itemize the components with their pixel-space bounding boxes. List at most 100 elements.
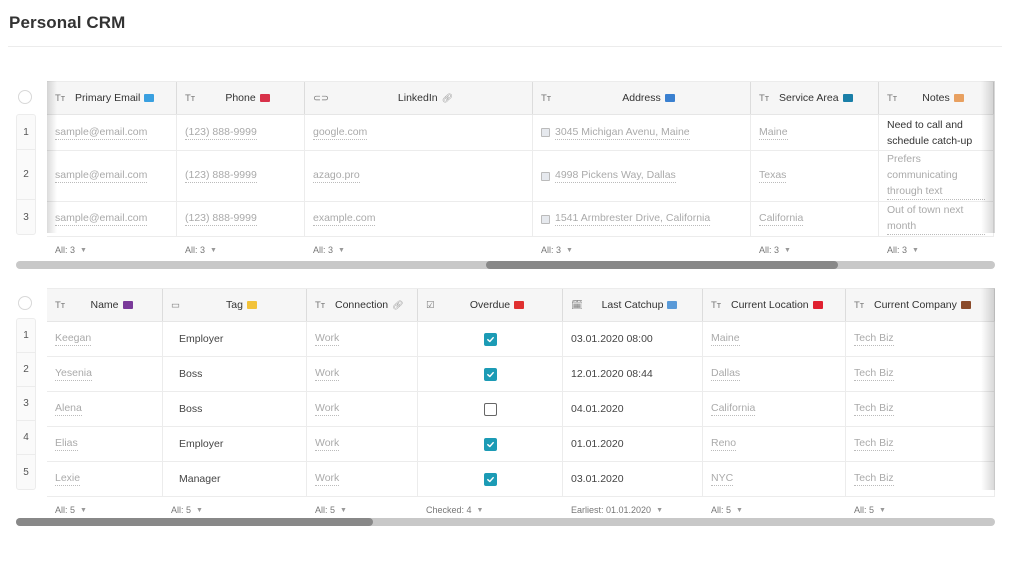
company-cell-value[interactable]: Tech Biz <box>854 437 894 451</box>
column-header-address[interactable]: Tт Address <box>533 82 751 114</box>
row-number[interactable]: 5 <box>17 455 35 489</box>
last-catchup-cell[interactable]: 03.01.2020 <box>563 462 703 496</box>
service-area-cell[interactable]: Maine <box>751 115 879 150</box>
service-area-cell-value[interactable]: Texas <box>759 169 787 183</box>
tag-cell[interactable]: Boss <box>163 392 307 426</box>
tag-cell[interactable]: Employer <box>163 322 307 356</box>
name-cell[interactable]: Yesenia <box>47 357 163 391</box>
linkedin-cell[interactable]: azago.pro <box>305 151 533 201</box>
select-all-radio[interactable] <box>18 90 32 104</box>
summary-dropdown[interactable]: All: 3 ▼ <box>879 237 994 263</box>
connection-cell-value[interactable]: Work <box>315 402 340 416</box>
horizontal-scrollbar[interactable] <box>16 261 995 269</box>
column-header-last-catchup[interactable]: 🗓︎ Last Catchup <box>563 289 703 321</box>
connection-cell[interactable]: Work <box>307 392 418 426</box>
column-header-phone[interactable]: Tт Phone <box>177 82 305 114</box>
select-all-radio[interactable] <box>18 296 32 310</box>
connection-cell[interactable]: Work <box>307 427 418 461</box>
location-cell[interactable]: Reno <box>703 427 846 461</box>
notes-cell[interactable]: Prefers communicating through text <box>879 151 994 201</box>
email-cell-value[interactable]: sample@email.com <box>55 212 148 226</box>
column-header-current-location[interactable]: Tт Current Location <box>703 289 846 321</box>
connection-cell[interactable]: Work <box>307 322 418 356</box>
company-cell-value[interactable]: Tech Biz <box>854 332 894 346</box>
connection-cell-value[interactable]: Work <box>315 332 340 346</box>
name-cell[interactable]: Alena <box>47 392 163 426</box>
linkedin-cell[interactable]: google.com <box>305 115 533 150</box>
column-header-connection[interactable]: Tт Connection 🔗︎ <box>307 289 418 321</box>
name-cell-value[interactable]: Alena <box>55 402 82 416</box>
name-cell[interactable]: Keegan <box>47 322 163 356</box>
location-cell[interactable]: Maine <box>703 322 846 356</box>
checkbox-checked[interactable] <box>483 472 497 486</box>
company-cell-value[interactable]: Tech Biz <box>854 367 894 381</box>
row-number[interactable]: 2 <box>17 150 35 200</box>
company-cell[interactable]: Tech Biz <box>846 357 995 391</box>
email-cell[interactable]: sample@email.com <box>47 151 177 201</box>
last-catchup-cell[interactable]: 01.01.2020 <box>563 427 703 461</box>
address-cell-value[interactable]: 3045 Michigan Avenu, Maine <box>555 126 690 140</box>
checkbox-checked[interactable] <box>483 332 497 346</box>
email-cell[interactable]: sample@email.com <box>47 202 177 236</box>
phone-cell-value[interactable]: (123) 888-9999 <box>185 126 257 140</box>
company-cell[interactable]: Tech Biz <box>846 462 995 496</box>
tag-cell[interactable]: Manager <box>163 462 307 496</box>
company-cell[interactable]: Tech Biz <box>846 392 995 426</box>
row-number[interactable]: 2 <box>17 353 35 387</box>
column-header-service-area[interactable]: Tт Service Area <box>751 82 879 114</box>
column-header-current-company[interactable]: Tт Current Company <box>846 289 995 321</box>
column-header-primary-email[interactable]: Tт Primary Email <box>47 82 177 114</box>
service-area-cell-value[interactable]: Maine <box>759 126 788 140</box>
phone-cell[interactable]: (123) 888-9999 <box>177 202 305 236</box>
location-cell-value[interactable]: Dallas <box>711 367 741 381</box>
service-area-cell-value[interactable]: California <box>759 212 804 226</box>
email-cell-value[interactable]: sample@email.com <box>55 126 148 140</box>
location-cell[interactable]: Dallas <box>703 357 846 391</box>
linkedin-cell-value[interactable]: azago.pro <box>313 169 360 183</box>
company-cell-value[interactable]: Tech Biz <box>854 472 894 486</box>
service-area-cell[interactable]: Texas <box>751 151 879 201</box>
tag-cell[interactable]: Employer <box>163 427 307 461</box>
scrollbar-thumb[interactable] <box>16 518 374 526</box>
checkbox-checked[interactable] <box>483 367 497 381</box>
address-cell[interactable]: 4998 Pickens Way, Dallas <box>533 151 751 201</box>
company-cell[interactable]: Tech Biz <box>846 427 995 461</box>
notes-cell[interactable]: Out of town next month <box>879 202 994 236</box>
summary-dropdown[interactable]: All: 3 ▼ <box>751 237 879 263</box>
row-number[interactable]: 1 <box>17 115 35 150</box>
address-cell[interactable]: 3045 Michigan Avenu, Maine <box>533 115 751 150</box>
name-cell[interactable]: Elias <box>47 427 163 461</box>
last-catchup-cell[interactable]: 03.01.2020 08:00 <box>563 322 703 356</box>
connection-cell-value[interactable]: Work <box>315 367 340 381</box>
phone-cell-value[interactable]: (123) 888-9999 <box>185 169 257 183</box>
checkbox-checked[interactable] <box>483 437 497 451</box>
address-cell-value[interactable]: 1541 Armbrester Drive, California <box>555 212 711 226</box>
row-number[interactable]: 3 <box>17 200 35 234</box>
linkedin-cell-value[interactable]: google.com <box>313 126 368 140</box>
email-cell-value[interactable]: sample@email.com <box>55 169 148 183</box>
checkbox-unchecked[interactable] <box>483 402 497 416</box>
location-cell-value[interactable]: California <box>711 402 756 416</box>
address-cell-value[interactable]: 4998 Pickens Way, Dallas <box>555 169 676 183</box>
service-area-cell[interactable]: California <box>751 202 879 236</box>
location-cell-value[interactable]: Maine <box>711 332 740 346</box>
name-cell-value[interactable]: Yesenia <box>55 367 92 381</box>
location-cell-value[interactable]: NYC <box>711 472 734 486</box>
connection-cell[interactable]: Work <box>307 357 418 391</box>
summary-dropdown[interactable]: All: 3 ▼ <box>533 237 751 263</box>
notes-value[interactable]: Prefers communicating through text <box>887 151 985 200</box>
summary-dropdown[interactable]: All: 3 ▼ <box>305 237 533 263</box>
phone-cell[interactable]: (123) 888-9999 <box>177 151 305 201</box>
column-header-tag[interactable]: ▭ Tag <box>163 289 307 321</box>
address-cell[interactable]: 1541 Armbrester Drive, California <box>533 202 751 236</box>
last-catchup-cell[interactable]: 12.01.2020 08:44 <box>563 357 703 391</box>
connection-cell-value[interactable]: Work <box>315 437 340 451</box>
location-cell[interactable]: NYC <box>703 462 846 496</box>
phone-cell-value[interactable]: (123) 888-9999 <box>185 212 257 226</box>
company-cell[interactable]: Tech Biz <box>846 322 995 356</box>
column-header-overdue[interactable]: ☑ Overdue <box>418 289 563 321</box>
last-catchup-cell[interactable]: 04.01.2020 <box>563 392 703 426</box>
horizontal-scrollbar[interactable] <box>16 518 995 526</box>
column-header-name[interactable]: Tт Name <box>47 289 163 321</box>
email-cell[interactable]: sample@email.com <box>47 115 177 150</box>
